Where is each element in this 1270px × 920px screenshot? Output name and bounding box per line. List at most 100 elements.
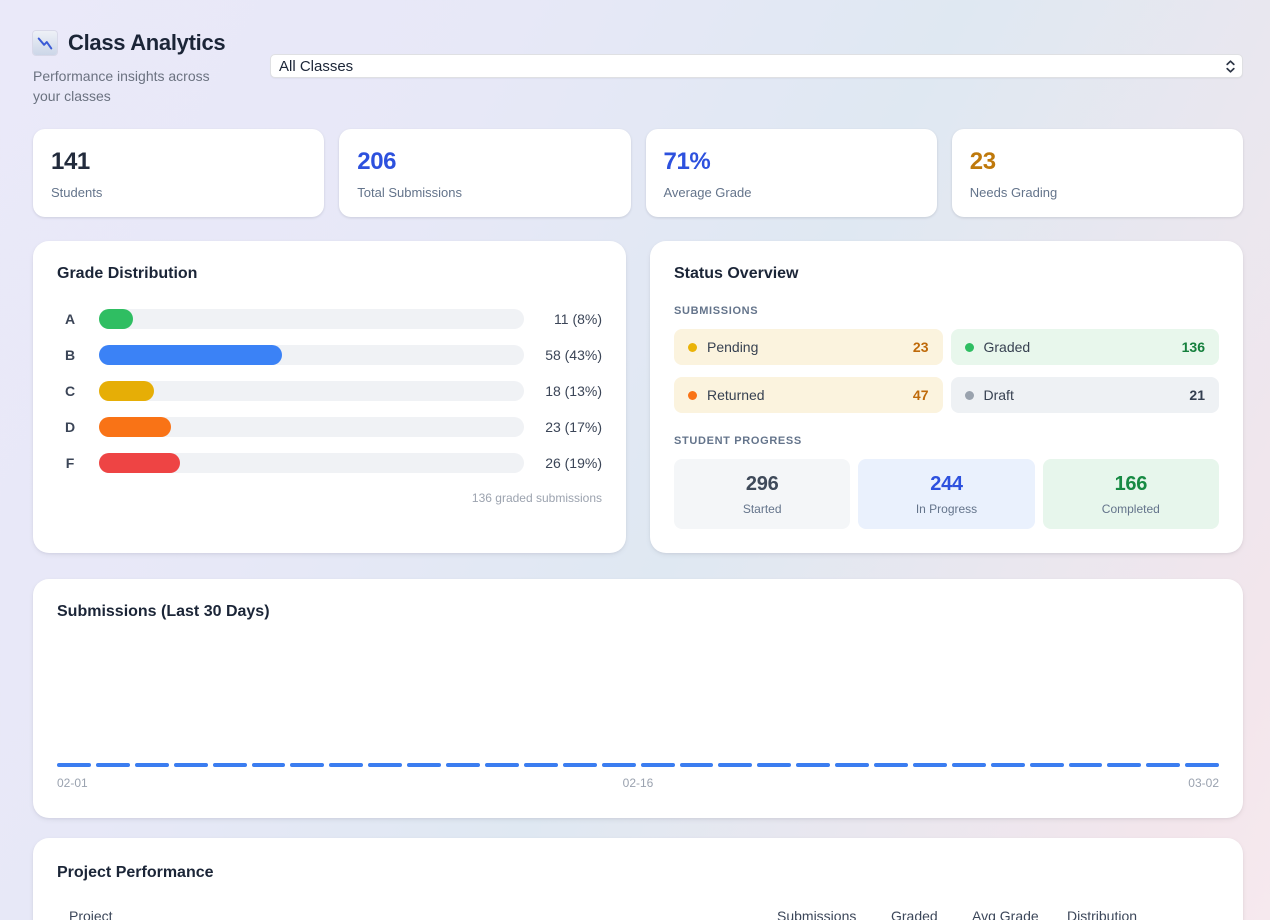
stat-card-students: 141 Students (33, 129, 324, 217)
grade-bar-fill (99, 309, 133, 329)
stat-value: 206 (357, 148, 612, 176)
submission-day-bar (680, 763, 714, 767)
status-value: 47 (913, 387, 929, 403)
student-progress-section-label: STUDENT PROGRESS (674, 435, 1219, 447)
grade-letter: B (57, 347, 83, 363)
grade-bar-track (99, 309, 524, 329)
submission-day-bar (1069, 763, 1103, 767)
class-filter-select[interactable]: All Classes (270, 54, 1243, 78)
submission-day-bar (174, 763, 208, 767)
status-dot-icon (688, 343, 697, 352)
project-table-header: Project Submissions Graded Avg Grade Dis… (57, 908, 1219, 920)
stat-value: 23 (970, 148, 1225, 176)
project-performance-card: Project Performance Project Submissions … (33, 838, 1243, 920)
stat-label: Average Grade (664, 185, 919, 200)
submission-day-bar (563, 763, 597, 767)
grade-count-label: 26 (19%) (524, 455, 602, 471)
status-pill: Returned 47 (674, 377, 943, 413)
graded-submissions-note: 136 graded submissions (57, 491, 602, 505)
grade-bar-fill (99, 417, 171, 437)
progress-value: 244 (866, 473, 1026, 496)
submission-day-bar (1146, 763, 1180, 767)
submissions-chart-area (57, 621, 1219, 767)
submission-day-bar (290, 763, 324, 767)
grade-letter: A (57, 311, 83, 327)
status-dot-icon (965, 391, 974, 400)
grade-count-label: 58 (43%) (524, 347, 602, 363)
submission-day-bar (602, 763, 636, 767)
submission-day-bar (96, 763, 130, 767)
column-header-distribution: Distribution (1067, 908, 1207, 920)
submission-day-bar (757, 763, 791, 767)
grade-bar-track (99, 345, 524, 365)
status-value: 21 (1189, 387, 1205, 403)
stat-label: Students (51, 185, 306, 200)
x-tick-first: 02-01 (57, 776, 117, 790)
status-pill: Draft 21 (951, 377, 1220, 413)
grade-count-label: 11 (8%) (524, 311, 602, 327)
grade-distribution-card: Grade Distribution A 11 (8%) B 58 (43%) … (33, 241, 626, 553)
progress-box: 296 Started (674, 459, 850, 529)
column-header-avg-grade: Avg Grade (972, 908, 1067, 920)
grade-letter: C (57, 383, 83, 399)
submission-day-bar (252, 763, 286, 767)
submissions-section-label: SUBMISSIONS (674, 305, 1219, 317)
submissions-chart-title: Submissions (Last 30 Days) (57, 603, 1219, 621)
submission-day-bar (991, 763, 1025, 767)
grade-row: F 26 (19%) (57, 453, 602, 473)
status-label: Draft (984, 387, 1014, 403)
grade-distribution-chart: A 11 (8%) B 58 (43%) C 18 (13%) D (57, 309, 602, 473)
progress-value: 296 (682, 473, 842, 496)
x-tick-middle: 02-16 (608, 776, 668, 790)
grade-row: A 11 (8%) (57, 309, 602, 329)
submission-day-bar (796, 763, 830, 767)
stat-value: 71% (664, 148, 919, 176)
title-row: Class Analytics (33, 30, 1243, 56)
submission-day-bar (1185, 763, 1219, 767)
chart-decreasing-icon (33, 31, 57, 55)
status-overview-card: Status Overview SUBMISSIONS Pending 23 G… (650, 241, 1243, 553)
x-tick-last: 03-02 (1159, 776, 1219, 790)
progress-box: 166 Completed (1043, 459, 1219, 529)
submissions-x-axis: 02-01 02-16 03-02 (57, 776, 1219, 790)
grade-bar-fill (99, 381, 154, 401)
stat-card-total-submissions: 206 Total Submissions (339, 129, 630, 217)
grade-bar-track (99, 453, 524, 473)
grade-row: D 23 (17%) (57, 417, 602, 437)
grade-bar-fill (99, 453, 180, 473)
grade-row: B 58 (43%) (57, 345, 602, 365)
submission-day-bar (329, 763, 363, 767)
submission-day-bar (446, 763, 480, 767)
page-subtitle: Performance insights across your classes (33, 66, 233, 107)
stats-row: 141 Students 206 Total Submissions 71% A… (33, 129, 1243, 217)
student-progress-grid: 296 Started 244 In Progress 166 Complete… (674, 459, 1219, 529)
column-header-submissions: Submissions (777, 908, 891, 920)
progress-box: 244 In Progress (858, 459, 1034, 529)
stat-value: 141 (51, 148, 306, 176)
class-filter-value: All Classes (279, 58, 1225, 75)
charts-row: Grade Distribution A 11 (8%) B 58 (43%) … (33, 241, 1243, 553)
grade-count-label: 18 (13%) (524, 383, 602, 399)
project-performance-title: Project Performance (57, 864, 1219, 882)
grade-bar-fill (99, 345, 282, 365)
submission-day-bar (1107, 763, 1141, 767)
status-value: 23 (913, 339, 929, 355)
submission-day-bar (952, 763, 986, 767)
submission-day-bar (641, 763, 675, 767)
submission-day-bar (57, 763, 91, 767)
page-title: Class Analytics (68, 30, 225, 56)
submission-day-bar (835, 763, 869, 767)
status-label: Graded (984, 339, 1031, 355)
status-overview-title: Status Overview (674, 265, 1219, 283)
grade-count-label: 23 (17%) (524, 419, 602, 435)
select-chevrons-icon (1225, 59, 1236, 74)
submission-day-bar (1030, 763, 1064, 767)
status-pill: Graded 136 (951, 329, 1220, 365)
submission-day-bar (874, 763, 908, 767)
status-value: 136 (1182, 339, 1205, 355)
grade-letter: F (57, 455, 83, 471)
status-pill: Pending 23 (674, 329, 943, 365)
status-label: Returned (707, 387, 765, 403)
submission-day-bar (485, 763, 519, 767)
grade-distribution-title: Grade Distribution (57, 265, 602, 283)
